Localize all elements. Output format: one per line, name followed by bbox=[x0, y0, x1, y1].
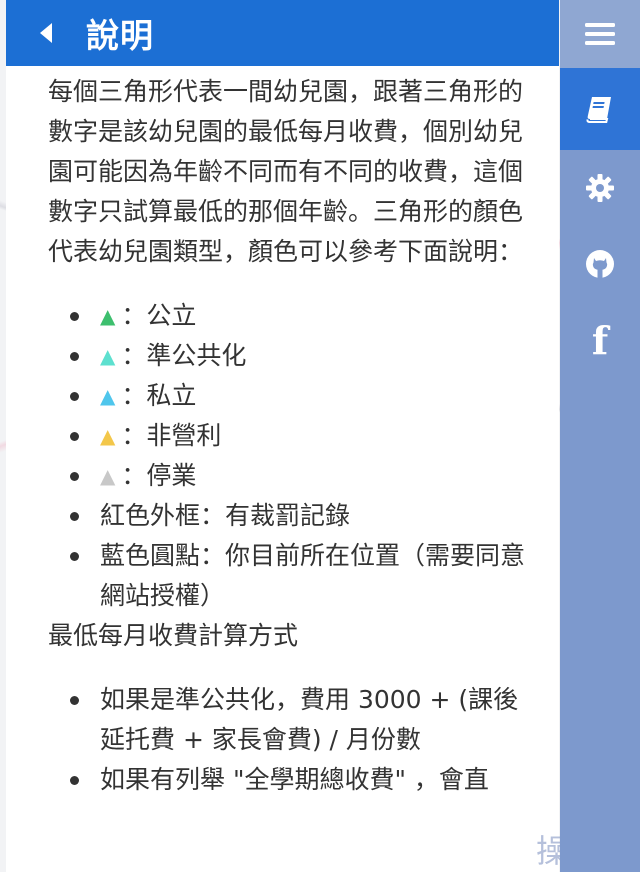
tab-help[interactable] bbox=[560, 68, 640, 150]
legend-item-nonprofit: ▲ ：非營利 bbox=[48, 416, 533, 456]
legend-item-location: 藍色圓點：你目前所在位置（需要同意網站授權） bbox=[48, 536, 533, 616]
yellow-triangle-icon: ▲ bbox=[100, 424, 116, 448]
menu-button[interactable] bbox=[560, 0, 640, 68]
teal-triangle-icon: ▲ bbox=[100, 344, 116, 368]
legend-item-penalty: 紅色外框：有裁罰記錄 bbox=[48, 496, 533, 536]
sidebar: f bbox=[560, 0, 640, 872]
legend-item-closed: ▲ ：停業 bbox=[48, 456, 533, 496]
github-link[interactable] bbox=[560, 226, 640, 302]
book-icon bbox=[586, 97, 611, 123]
gear-icon bbox=[586, 174, 614, 202]
fee-rule-item: 如果是準公共化，費用 3000 + (課後延托費 + 家長會費) / 月份數 bbox=[48, 680, 533, 760]
legend-item-private: ▲ ：私立 bbox=[48, 376, 533, 416]
intro-text: 每個三角形代表一間幼兒園，跟著三角形的數字是該幼兒園的最低每月收費，個別幼兒園可… bbox=[48, 77, 524, 266]
page-title: 說明 bbox=[86, 16, 154, 55]
legend-item-public: ▲ ：公立 bbox=[48, 296, 533, 336]
legend-item-quasi-public: ▲ ：準公共化 bbox=[48, 336, 533, 376]
facebook-icon: f bbox=[591, 317, 609, 363]
menu-icon bbox=[585, 23, 615, 45]
facebook-link[interactable]: f bbox=[560, 302, 640, 378]
tab-settings[interactable] bbox=[560, 150, 640, 226]
legend-list: ▲ ：公立 ▲ ：準公共化 ▲ ：私立 ▲ ：非營利 ▲ ：停業 紅色外框：有裁罰記錄 藍… bbox=[48, 296, 533, 616]
caret-left-icon bbox=[40, 23, 52, 43]
help-content: 每個三角形代表一間幼兒園，跟著三角形的數字是該幼兒園的最低每月收費，個別幼兒園可… bbox=[6, 66, 559, 800]
blue-triangle-icon: ▲ bbox=[100, 384, 116, 408]
back-button[interactable] bbox=[6, 0, 86, 66]
gray-triangle-icon: ▲ bbox=[100, 464, 116, 488]
fee-rules-list: 如果是準公共化，費用 3000 + (課後延托費 + 家長會費) / 月份數 如… bbox=[48, 680, 533, 800]
panel-header: 說明 bbox=[6, 0, 559, 66]
fee-section-title: 最低每月收費計算方式 bbox=[48, 621, 299, 650]
github-icon bbox=[586, 250, 614, 278]
info-panel: 說明 每個三角形代表一間幼兒園，跟著三角形的數字是該幼兒園的最低每月收費，個別幼… bbox=[6, 0, 559, 872]
green-triangle-icon: ▲ bbox=[100, 304, 116, 328]
fee-rule-item: 如果有列舉 "全學期總收費" ，會直 bbox=[48, 760, 533, 800]
